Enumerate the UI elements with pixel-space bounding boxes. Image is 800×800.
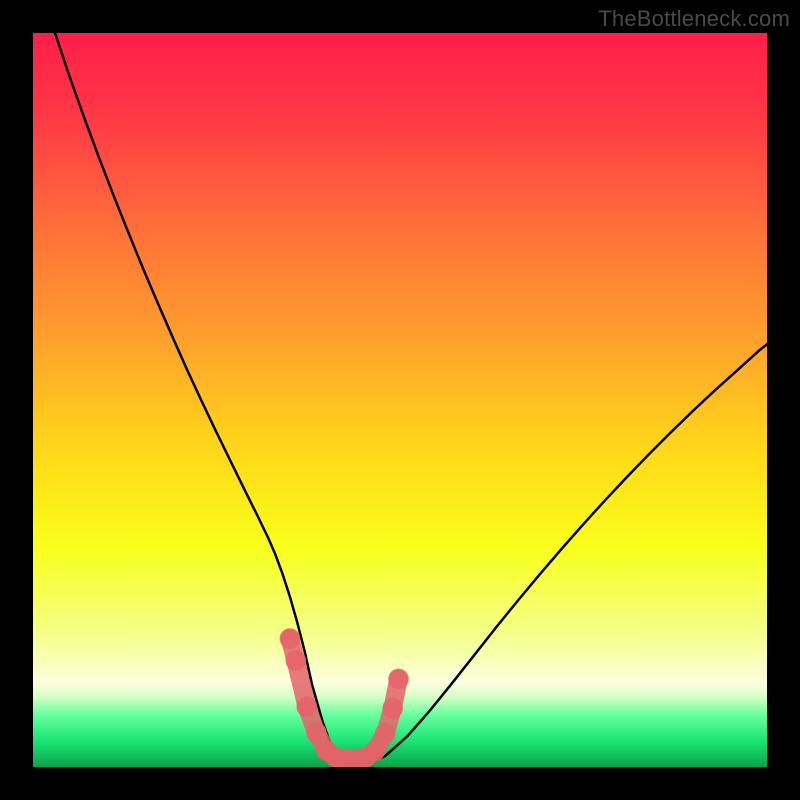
valley-marker-dot xyxy=(382,698,403,719)
watermark-text: TheBottleneck.com xyxy=(598,6,790,32)
valley-marker-dot xyxy=(306,722,327,743)
valley-marker-dot xyxy=(365,741,386,762)
chart-frame: TheBottleneck.com xyxy=(0,0,800,800)
valley-marker-dot xyxy=(375,723,396,744)
valley-marker-dot xyxy=(280,628,301,649)
valley-marker-dot xyxy=(285,650,306,671)
valley-marker-dot xyxy=(388,669,409,690)
plot-area xyxy=(33,33,767,767)
valley-marker-dot xyxy=(297,697,318,718)
bottleneck-chart xyxy=(33,33,767,767)
gradient-background xyxy=(33,33,767,767)
